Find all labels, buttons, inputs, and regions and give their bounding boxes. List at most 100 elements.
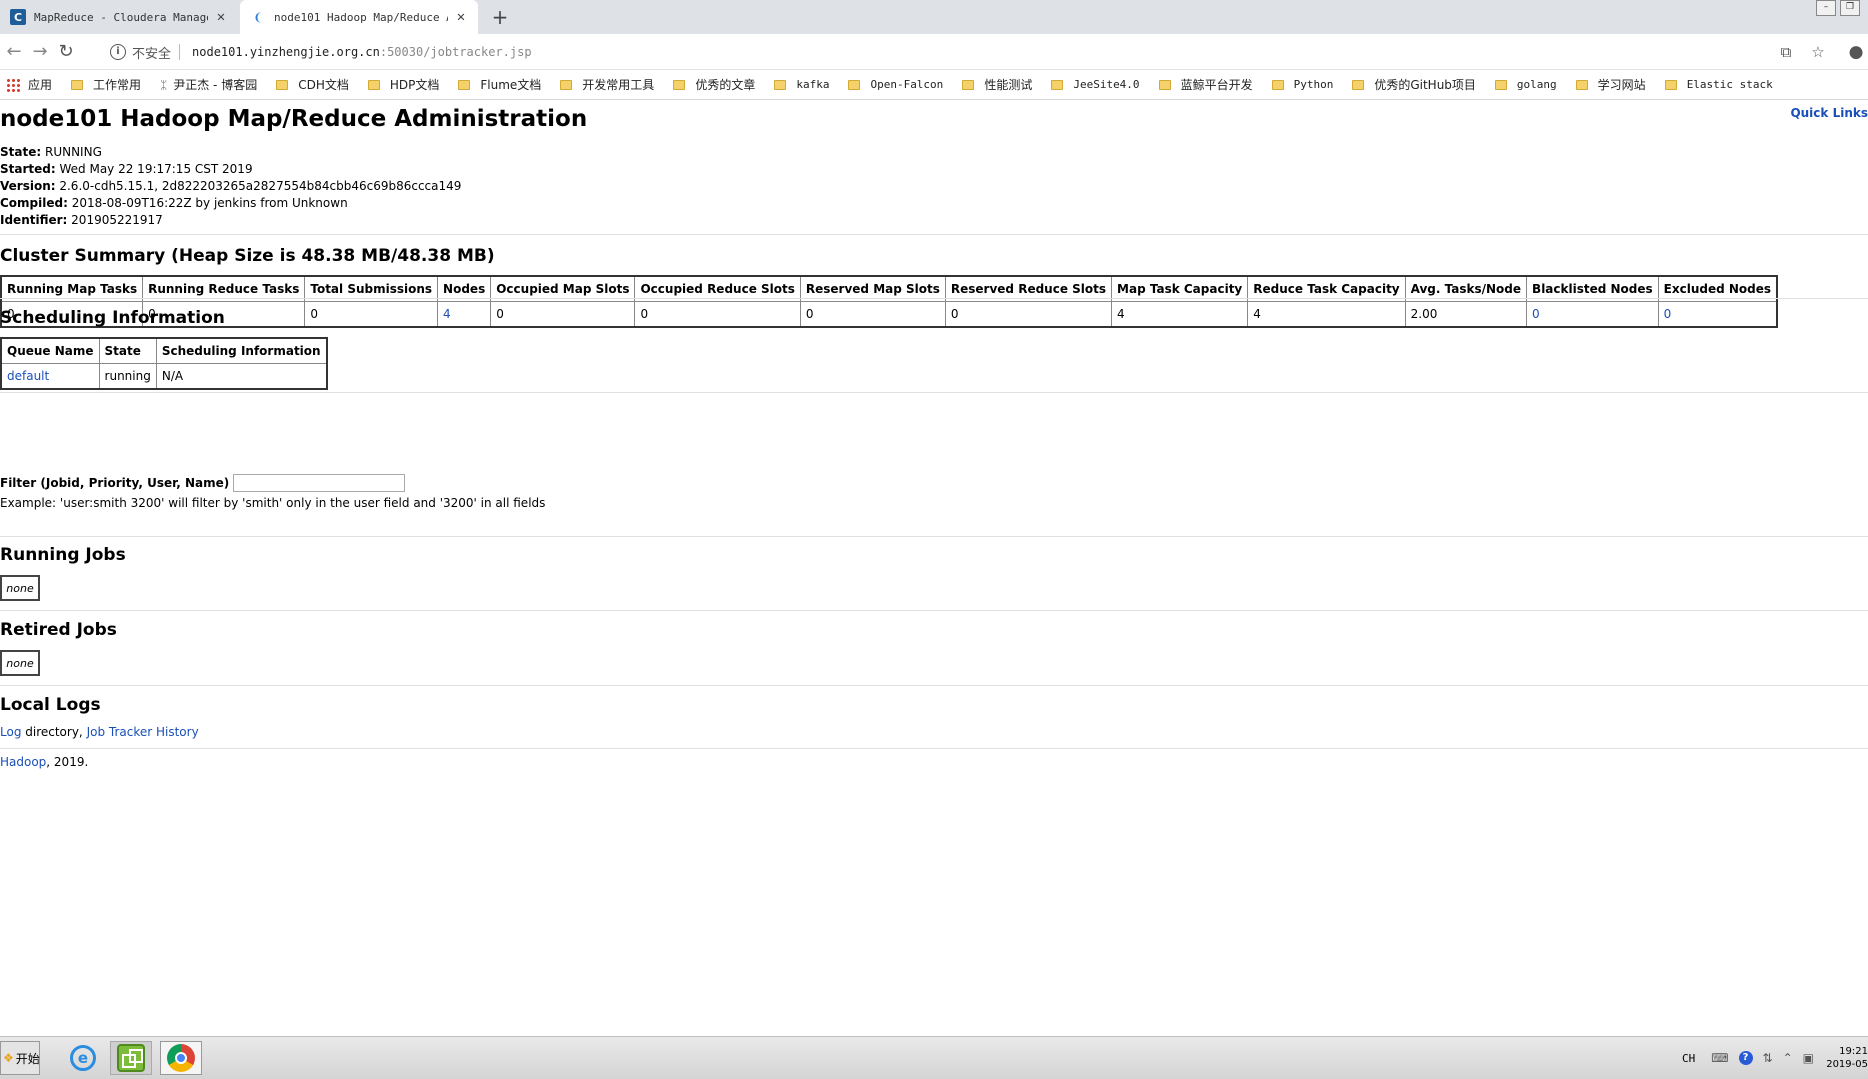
bookmark-folder[interactable]: CDH文档 [276, 76, 349, 93]
blacklisted-nodes-link[interactable]: 0 [1532, 307, 1540, 321]
toolbar: ← → ↻ i 不安全 node101.yinzhengjie.org.cn:5… [0, 34, 1868, 70]
bookmark-folder[interactable]: JeeSite4.0 [1051, 78, 1140, 91]
version-line: Version: 2.6.0-cdh5.15.1, 2d822203265a28… [0, 179, 462, 193]
state-value: RUNNING [44, 145, 102, 159]
bookmark-folder[interactable]: 性能测试 [962, 76, 1032, 93]
help-icon[interactable]: ? [1738, 1051, 1753, 1065]
page-content: Quick Links node101 Hadoop Map/Reduce Ad… [0, 100, 1868, 1036]
identifier-value: 201905221917 [71, 213, 163, 227]
reload-icon[interactable]: ↻ [56, 42, 76, 62]
folder-icon [458, 79, 471, 90]
show-hidden-icons-chevron-icon[interactable]: ⌃ [1783, 1051, 1793, 1065]
footer: Hadoop, 2019. [0, 755, 89, 769]
bookmark-star-icon[interactable]: ☆ [1808, 42, 1828, 62]
forward-arrow-icon[interactable]: → [30, 42, 50, 62]
retired-jobs-heading: Retired Jobs [0, 620, 117, 640]
close-tab-icon[interactable]: ✕ [214, 9, 228, 25]
bookmark-folder[interactable]: Elastic stack [1664, 78, 1773, 91]
system-clock[interactable]: 19:21 2019-05 [1824, 1045, 1868, 1071]
start-button[interactable]: ❖ 开始 [0, 1041, 40, 1075]
folder-icon [1051, 79, 1064, 90]
tab-title: MapReduce - Cloudera Manager [34, 10, 208, 24]
filter-input[interactable] [233, 474, 406, 492]
log-directory-link[interactable]: Log [0, 725, 21, 739]
folder-icon [1494, 79, 1507, 90]
bookmark-folder[interactable]: golang [1494, 78, 1557, 91]
close-tab-icon[interactable]: ✕ [454, 9, 468, 25]
bookmark-blog[interactable]: ᛯ 尹正杰 - 博客园 [160, 76, 257, 93]
job-tracker-history-link[interactable]: Job Tracker History [87, 725, 199, 739]
local-logs-line: Log directory, Job Tracker History [0, 725, 199, 739]
tab-hadoop-jobtracker[interactable]: ❨ node101 Hadoop Map/Reduce Adm ✕ [240, 0, 478, 34]
system-tray: CH ⌨ ? ⇅ ⌃ ▣ 19:21 2019-05 [1682, 1037, 1868, 1079]
taskbar-chrome[interactable] [160, 1041, 202, 1075]
table-cell: 0 [944, 301, 1113, 328]
restore-icon[interactable]: ❐ [1840, 0, 1860, 16]
folder-icon [1575, 79, 1588, 90]
excluded-nodes-link[interactable]: 0 [1664, 307, 1672, 321]
taskbar-ie[interactable]: e [62, 1041, 104, 1075]
filter-example: Example: 'user:smith 3200' will filter b… [0, 496, 546, 510]
keyboard-icon[interactable]: ⌨ [1711, 1051, 1728, 1065]
windows-taskbar: ❖ 开始 e CH ⌨ ? ⇅ ⌃ ▣ 19:21 2019-05 [0, 1036, 1868, 1079]
url-host[interactable]: node101.yinzhengjie.org.cn [192, 45, 380, 59]
cluster-summary-heading: Cluster Summary (Heap Size is 48.38 MB/4… [0, 246, 495, 266]
security-label[interactable]: 不安全 [132, 43, 171, 62]
table-cell: 0 [304, 301, 439, 328]
bookmark-apps[interactable]: 应用 [6, 76, 52, 93]
profile-avatar-icon[interactable]: ● [1846, 42, 1866, 62]
tab-cloudera-manager[interactable]: C MapReduce - Cloudera Manager ✕ [0, 0, 238, 34]
table-cell: 0 [1657, 301, 1778, 328]
column-header: State [98, 337, 157, 364]
table-row: default running N/A [0, 363, 328, 390]
bookmark-folder[interactable]: 开发常用工具 [560, 76, 654, 93]
version-value: 2.6.0-cdh5.15.1, 2d822203265a2827554b84c… [59, 179, 462, 193]
bookmark-folder[interactable]: 工作常用 [71, 76, 141, 93]
bookmark-folder[interactable]: kafka [774, 78, 829, 91]
url-path[interactable]: :50030/jobtracker.jsp [380, 45, 532, 59]
queue-default-link[interactable]: default [7, 369, 49, 383]
bookmark-folder[interactable]: 学习网站 [1575, 76, 1646, 93]
bookmark-folder[interactable]: 优秀的GitHub项目 [1352, 76, 1476, 93]
divider [0, 685, 1868, 686]
folder-icon [560, 79, 573, 90]
folder-icon [71, 79, 84, 90]
apps-grid-icon [6, 77, 20, 92]
new-tab-button[interactable]: + [488, 0, 512, 34]
folder-icon [848, 79, 861, 90]
folder-icon [962, 79, 975, 90]
folder-icon [673, 79, 686, 90]
folder-icon [774, 79, 787, 90]
back-arrow-icon[interactable]: ← [4, 42, 24, 62]
table-cell: N/A [155, 363, 328, 390]
address-bar[interactable]: i 不安全 node101.yinzhengjie.org.cn:50030/j… [98, 39, 1778, 65]
column-header: Scheduling Information [155, 337, 328, 364]
divider [0, 298, 1868, 299]
taskbar-vsphere[interactable] [110, 1041, 152, 1075]
network-icon[interactable]: ⇅ [1763, 1051, 1773, 1065]
windows-flag-icon: ❖ [3, 1051, 14, 1065]
nodes-link[interactable]: 4 [443, 307, 451, 321]
display-icon[interactable]: ▣ [1803, 1051, 1814, 1065]
quick-links[interactable]: Quick Links [1790, 106, 1868, 120]
table-cell: 4 [1247, 301, 1406, 328]
bookmark-folder[interactable]: 优秀的文章 [673, 76, 755, 93]
table-cell: default [0, 363, 100, 390]
bookmark-folder[interactable]: 蓝鲸平台开发 [1158, 76, 1253, 93]
info-icon[interactable]: i [110, 44, 126, 60]
bookmark-folder[interactable]: Python [1271, 78, 1333, 91]
input-language[interactable]: CH [1682, 1052, 1695, 1065]
table-cell: 2.00 [1404, 301, 1528, 328]
bookmark-folder[interactable]: Flume文档 [458, 76, 541, 93]
folder-icon [1158, 79, 1171, 90]
bookmark-folder[interactable]: Open-Falcon [848, 78, 943, 91]
running-jobs-heading: Running Jobs [0, 545, 126, 565]
translate-icon[interactable]: ⧉ [1776, 42, 1796, 62]
minimize-icon[interactable]: – [1816, 0, 1836, 16]
hadoop-link[interactable]: Hadoop [0, 755, 46, 769]
folder-icon [276, 79, 289, 90]
blog-icon: ᛯ [160, 77, 168, 92]
bookmark-folder[interactable]: HDP文档 [367, 76, 439, 93]
compiled-line: Compiled: 2018-08-09T16:22Z by jenkins f… [0, 196, 348, 210]
address-separator [179, 44, 181, 60]
